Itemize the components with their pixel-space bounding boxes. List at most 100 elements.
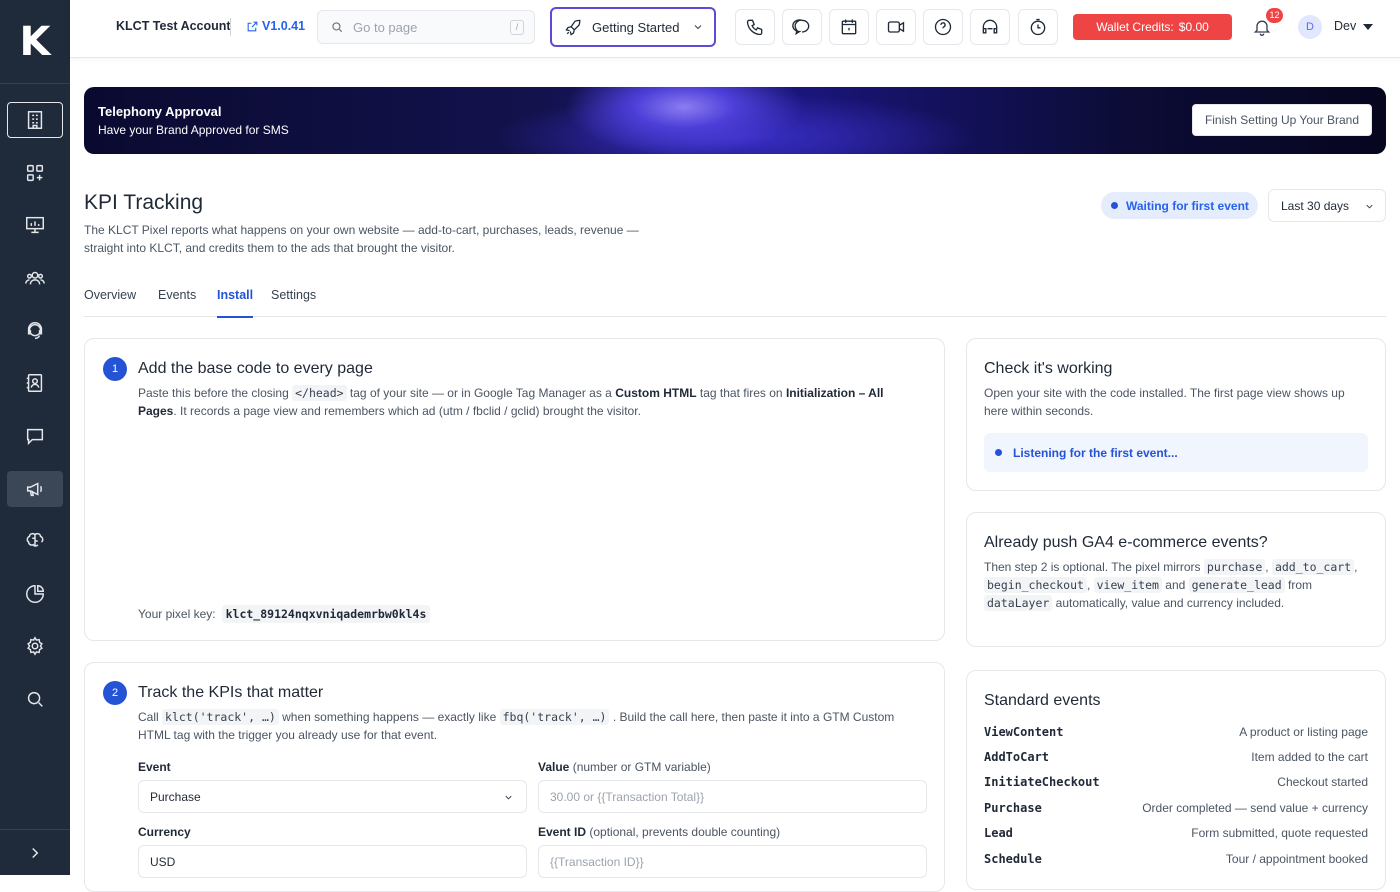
step-number: 2 bbox=[103, 681, 127, 705]
support-button[interactable] bbox=[970, 9, 1010, 45]
presentation-icon[interactable] bbox=[7, 207, 63, 243]
code-snippet: view_item bbox=[1093, 577, 1162, 593]
headset-icon bbox=[982, 19, 998, 34]
message-bubble-icon bbox=[792, 19, 810, 36]
text: and bbox=[1165, 578, 1186, 592]
expand-sidebar-button[interactable] bbox=[0, 829, 70, 875]
event-name: ViewContent bbox=[984, 725, 1064, 739]
track-kpis-card: 2 Track the KPIs that matter Call klct('… bbox=[84, 662, 945, 892]
event-description: Order completed — send value + currency bbox=[1142, 801, 1368, 815]
date-range-value: Last 30 days bbox=[1281, 198, 1350, 213]
code-snippet: </head> bbox=[292, 385, 347, 401]
event-description: Checkout started bbox=[1277, 775, 1368, 789]
text: tag of your site — or in Google Tag Mana… bbox=[349, 386, 612, 400]
event-description: Form submitted, quote requested bbox=[1191, 826, 1368, 840]
user-name[interactable]: Dev bbox=[1334, 19, 1356, 33]
code-snippet: generate_lead bbox=[1188, 577, 1285, 593]
users-icon[interactable] bbox=[7, 260, 63, 296]
telephony-banner: Telephony Approval Have your Brand Appro… bbox=[84, 87, 1386, 154]
text: Paste this before the closing bbox=[138, 386, 289, 400]
account-name[interactable]: KLCT Test Account bbox=[116, 19, 231, 33]
card-title: Add the base code to every page bbox=[138, 360, 373, 377]
wallet-value: $0.00 bbox=[1178, 20, 1209, 34]
tab-events[interactable]: Events bbox=[158, 288, 196, 316]
listening-text: Listening for the first event... bbox=[1013, 445, 1178, 460]
page-title: KPI Tracking bbox=[84, 191, 204, 214]
search-input[interactable]: Go to page / bbox=[317, 10, 535, 44]
date-range-select[interactable]: Last 30 days bbox=[1268, 189, 1386, 222]
value-input[interactable]: 30.00 or {{Transaction Total}} bbox=[538, 780, 927, 813]
check-working-card: Check it's working Open your site with t… bbox=[966, 338, 1386, 491]
card-instructions: Paste this before the closing </head> ta… bbox=[138, 384, 918, 420]
megaphone-icon[interactable] bbox=[7, 471, 63, 507]
code-snippet: klct('track', …) bbox=[162, 709, 279, 725]
calendar-button[interactable] bbox=[829, 9, 869, 45]
video-icon bbox=[887, 21, 905, 33]
phone-button[interactable] bbox=[735, 9, 775, 45]
card-title: Already push GA4 e-commerce events? bbox=[984, 534, 1268, 551]
event-name: Schedule bbox=[984, 852, 1042, 866]
status-text: Waiting for first event bbox=[1126, 198, 1249, 213]
page-description: The KLCT Pixel reports what happens on y… bbox=[84, 223, 639, 255]
tab-install[interactable]: Install bbox=[217, 288, 254, 318]
caret-down-icon[interactable] bbox=[1363, 24, 1373, 30]
list-item: Schedule Tour / appointment booked bbox=[984, 852, 1368, 866]
search-icon[interactable] bbox=[7, 681, 63, 717]
pie-chart-icon[interactable] bbox=[7, 576, 63, 612]
tab-overview[interactable]: Overview bbox=[84, 288, 136, 316]
card-title: Track the KPIs that matter bbox=[138, 684, 324, 701]
logo[interactable]: K bbox=[0, 0, 70, 84]
value-placeholder: 30.00 or {{Transaction Total}} bbox=[550, 789, 705, 804]
support-agent-icon[interactable] bbox=[7, 313, 63, 349]
status-dot bbox=[1111, 202, 1118, 209]
contact-book-icon[interactable] bbox=[7, 365, 63, 401]
version-label: V1.0.41 bbox=[262, 19, 306, 33]
rocket-icon bbox=[565, 19, 581, 36]
building-icon[interactable] bbox=[7, 102, 63, 138]
card-title: Standard events bbox=[984, 692, 1101, 709]
pixel-key-value[interactable]: klct_89124nqxvniqademrbw0kl4s bbox=[221, 605, 431, 623]
wallet-credits-button[interactable]: Wallet Credits: $0.00 bbox=[1073, 14, 1232, 40]
getting-started-dropdown[interactable]: Getting Started bbox=[550, 7, 716, 47]
event-select[interactable]: Purchase bbox=[138, 780, 527, 813]
label-text: Currency bbox=[138, 825, 191, 839]
standard-events-card: Standard events ViewContent A product or … bbox=[966, 670, 1386, 890]
version-link[interactable]: V1.0.41 bbox=[246, 19, 305, 33]
event-id-placeholder: {{Transaction ID}} bbox=[550, 854, 644, 869]
card-title: Check it's working bbox=[984, 360, 1113, 377]
help-icon bbox=[934, 18, 952, 36]
event-name: AddToCart bbox=[984, 750, 1050, 764]
card-instructions: Call klct('track', …) when something hap… bbox=[138, 708, 928, 744]
finish-brand-button[interactable]: Finish Setting Up Your Brand bbox=[1192, 104, 1372, 136]
help-button[interactable] bbox=[923, 9, 963, 45]
shortcut-hint: / bbox=[510, 20, 524, 35]
text: . It records a page view and remembers w… bbox=[173, 404, 641, 418]
card-text: Open your site with the code installed. … bbox=[984, 386, 1345, 418]
currency-value: USD bbox=[150, 854, 176, 869]
chevron-down-icon bbox=[1366, 204, 1373, 209]
settings-icon[interactable] bbox=[7, 628, 63, 664]
text: from bbox=[1288, 578, 1312, 592]
timer-button[interactable] bbox=[1018, 9, 1058, 45]
messages-button[interactable] bbox=[782, 9, 822, 45]
card-text: Then step 2 is optional. The pixel mirro… bbox=[984, 559, 1358, 611]
brain-icon[interactable] bbox=[7, 523, 63, 559]
chat-icon[interactable] bbox=[7, 418, 63, 454]
video-button[interactable] bbox=[876, 9, 916, 45]
pixel-key-label: Your pixel key: bbox=[138, 607, 216, 621]
event-description: Item added to the cart bbox=[1251, 750, 1368, 764]
label-text: Event ID bbox=[538, 825, 587, 839]
event-name: Lead bbox=[984, 826, 1013, 840]
code-snippet: dataLayer bbox=[984, 595, 1053, 611]
currency-input[interactable]: USD bbox=[138, 845, 527, 878]
value-label: Value (number or GTM variable) bbox=[538, 760, 711, 774]
apps-grid-icon[interactable] bbox=[7, 155, 63, 191]
ga4-card: Already push GA4 e-commerce events? Then… bbox=[966, 512, 1386, 647]
avatar[interactable]: D bbox=[1298, 15, 1322, 39]
event-id-input[interactable]: {{Transaction ID}} bbox=[538, 845, 927, 878]
bold-text: Custom HTML bbox=[615, 386, 697, 400]
status-dot bbox=[995, 449, 1002, 456]
tab-settings[interactable]: Settings bbox=[271, 288, 316, 316]
event-description: Tour / appointment booked bbox=[1225, 852, 1368, 866]
banner-subtitle: Have your Brand Approved for SMS bbox=[98, 123, 289, 137]
